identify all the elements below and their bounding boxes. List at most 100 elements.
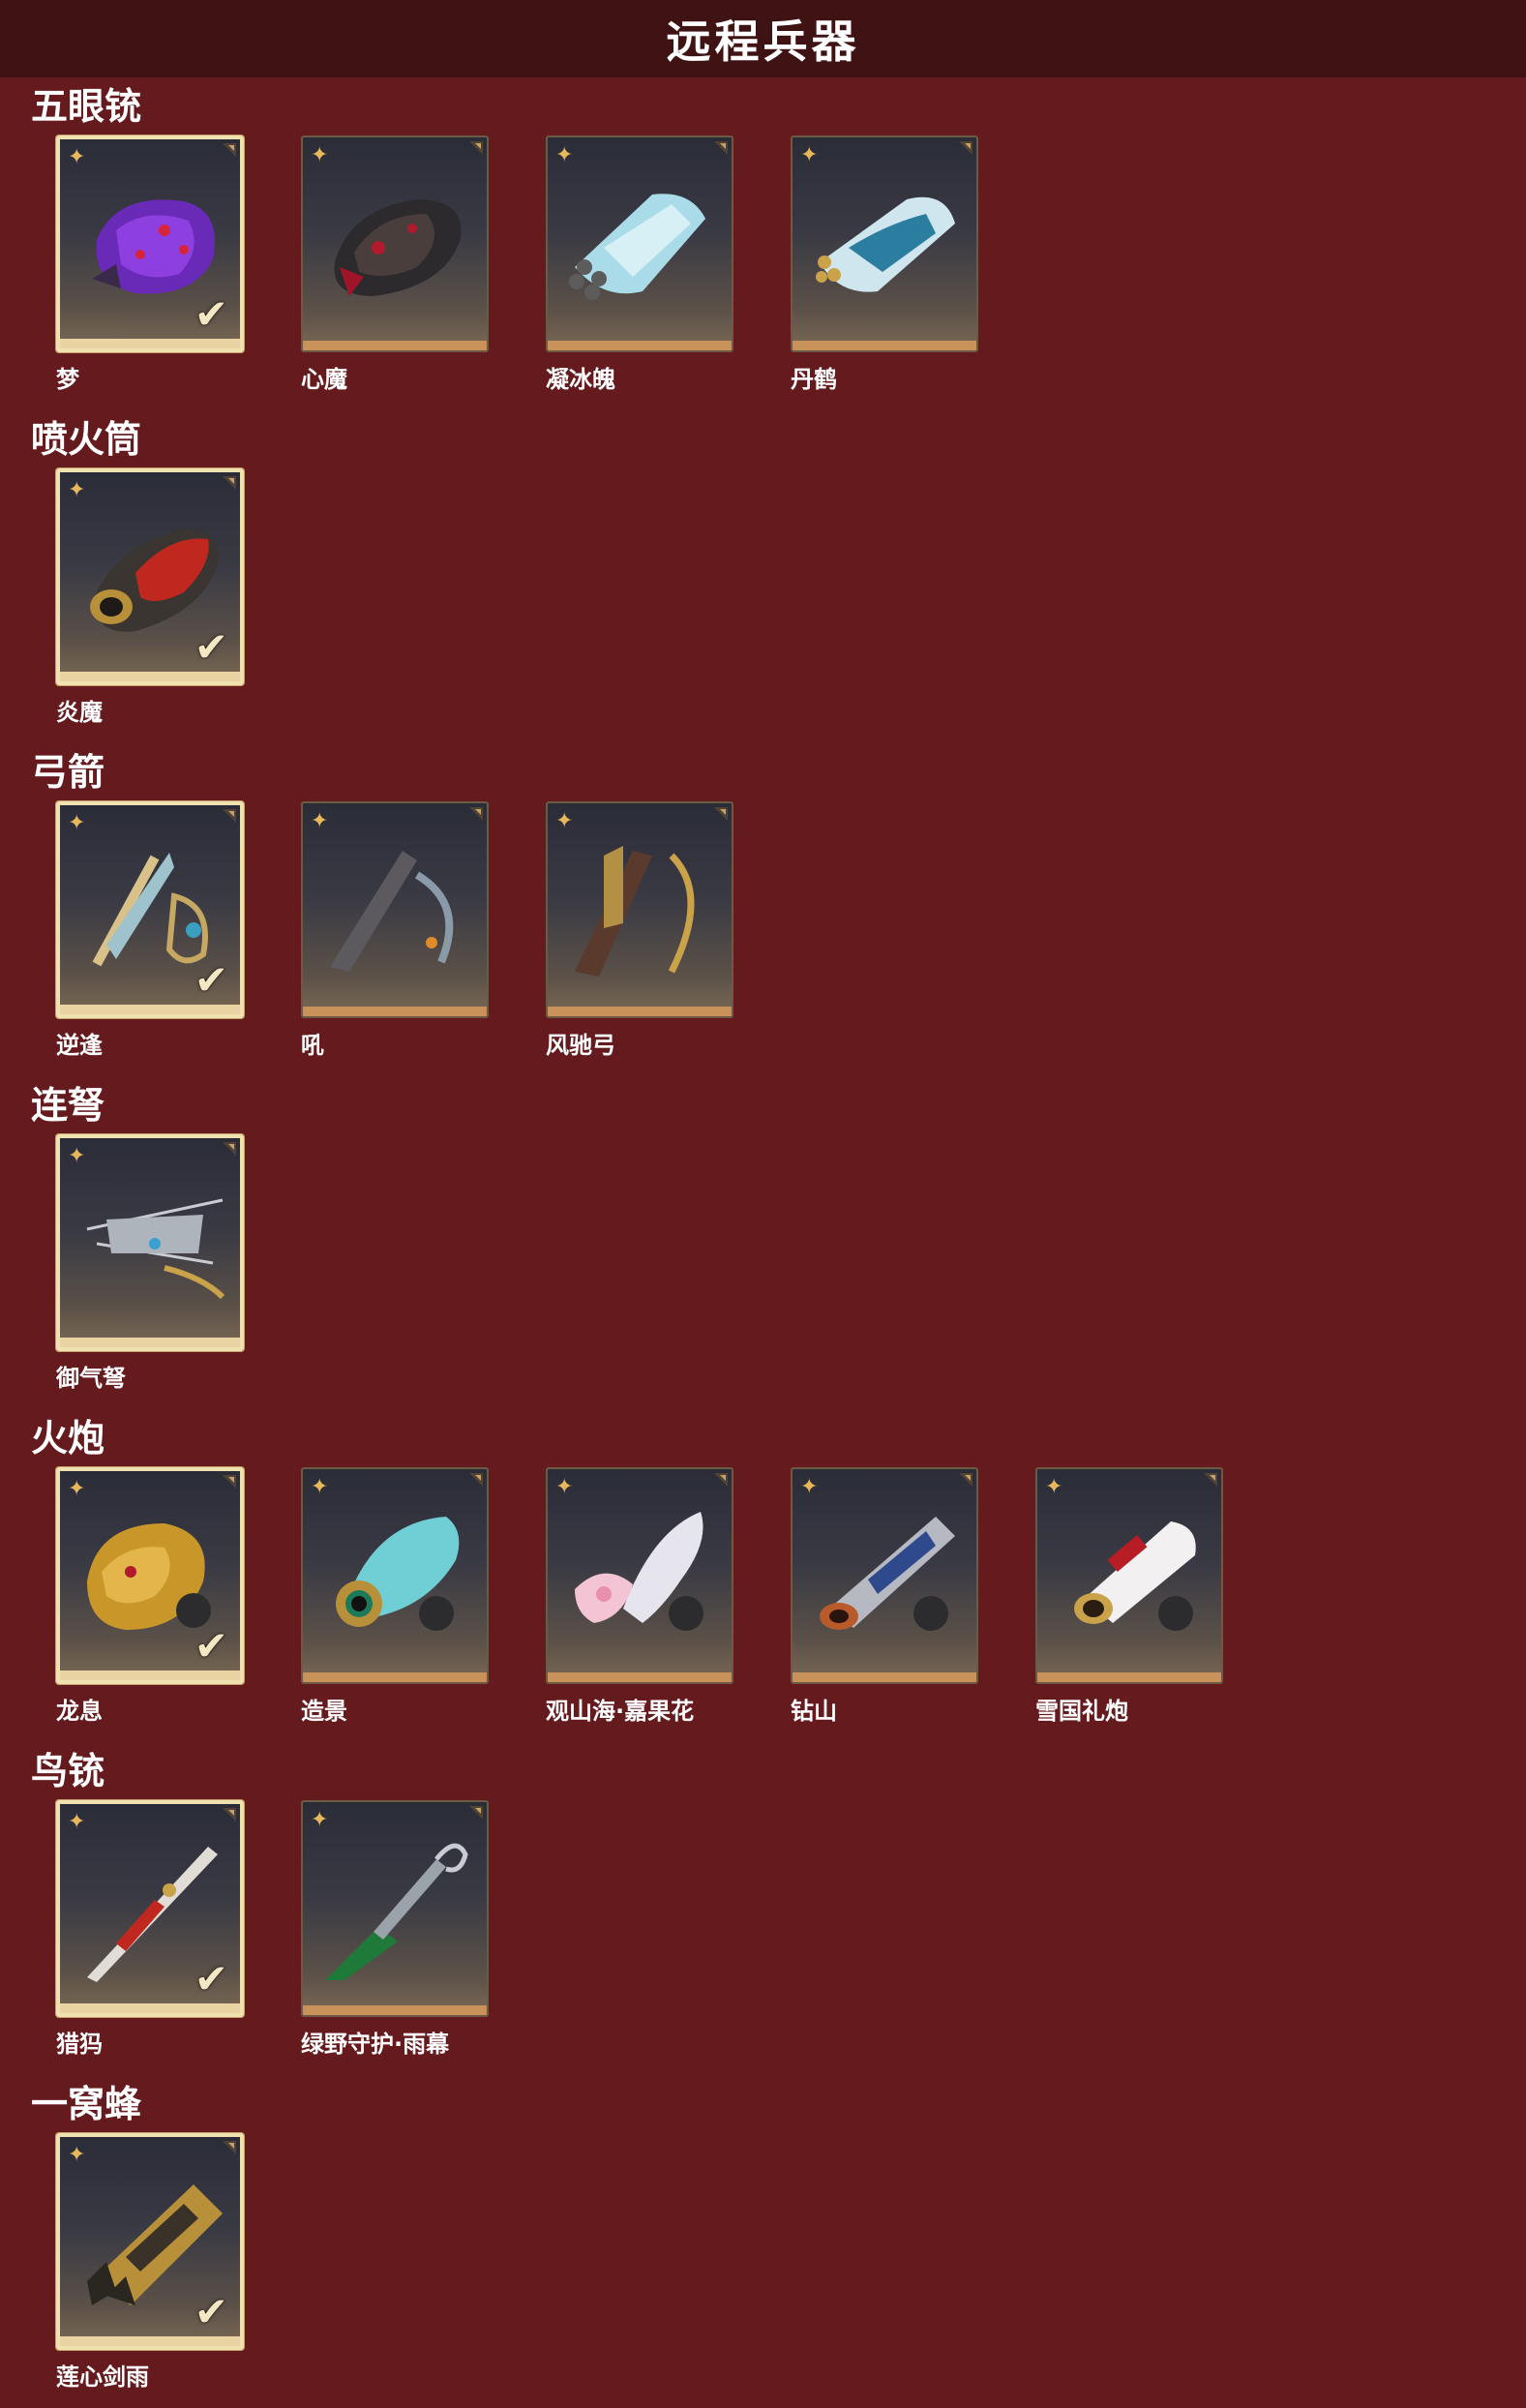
corner-mark-icon — [714, 1473, 728, 1487]
weapon-card[interactable]: ✦ ✔ — [56, 468, 244, 685]
card-bottom-bar — [60, 1005, 240, 1014]
weapon-image — [820, 1517, 955, 1631]
corner-mark-icon — [714, 141, 728, 155]
weapon-image — [334, 199, 462, 296]
corner-mark-icon — [223, 1808, 236, 1821]
weapon-card[interactable]: ✦ ✔ — [56, 135, 244, 352]
weapon-image — [325, 1843, 468, 1980]
weapon-image — [86, 1198, 225, 1300]
weapon-name: 风驰弓 — [546, 1032, 615, 1059]
weapon-card[interactable]: ✦ — [546, 801, 733, 1018]
weapon-card[interactable]: ✦ ✔ — [56, 801, 244, 1018]
weapon-name: 观山海·嘉果花 — [546, 1698, 695, 1725]
weapon-card[interactable]: ✦ — [301, 801, 489, 1018]
sparkle-icon: ✦ — [555, 143, 574, 167]
sparkle-icon: ✦ — [311, 1475, 329, 1499]
card-bottom-bar — [793, 1672, 976, 1682]
sparkle-icon: ✦ — [555, 809, 574, 833]
weapon-card[interactable]: ✦ — [546, 1467, 733, 1684]
sparkle-icon: ✦ — [68, 2143, 86, 2167]
card-bottom-bar — [548, 1007, 732, 1016]
card-bottom-bar — [60, 339, 240, 348]
corner-mark-icon — [469, 807, 483, 821]
corner-mark-icon — [469, 1473, 483, 1487]
card-bottom-bar — [548, 341, 732, 350]
card-bottom-bar — [303, 2005, 487, 2015]
weapon-name: 凝冰魄 — [546, 366, 615, 393]
checkmark-icon: ✔ — [194, 290, 228, 338]
corner-mark-icon — [223, 143, 236, 157]
checkmark-icon: ✔ — [194, 1955, 228, 2002]
weapon-image — [330, 851, 454, 972]
weapon-image — [569, 194, 705, 300]
weapon-name: 丹鹤 — [791, 366, 837, 393]
weapon-name: 雪国礼炮 — [1035, 1698, 1128, 1725]
section-title: 鸟铳 — [31, 1750, 105, 1792]
sparkle-icon: ✦ — [800, 143, 819, 167]
sparkle-icon: ✦ — [68, 1477, 86, 1501]
checkmark-icon: ✔ — [194, 623, 228, 671]
section-title: 喷火筒 — [31, 418, 142, 461]
section-title: 一窝蜂 — [31, 2083, 142, 2125]
weapon-name: 钻山 — [791, 1698, 837, 1725]
sparkle-icon: ✦ — [311, 809, 329, 833]
card-bottom-bar — [60, 672, 240, 681]
weapon-name: 逆逢 — [56, 1032, 103, 1059]
checkmark-icon: ✔ — [194, 1622, 228, 1670]
sparkle-icon: ✦ — [1045, 1475, 1063, 1499]
card-bottom-bar — [793, 341, 976, 350]
weapon-name: 梦 — [56, 366, 79, 393]
sparkle-icon: ✦ — [68, 478, 86, 502]
weapon-card[interactable]: ✦ — [546, 135, 733, 352]
corner-mark-icon — [1204, 1473, 1217, 1487]
weapon-card[interactable]: ✦ — [301, 135, 489, 352]
sparkle-icon: ✦ — [800, 1475, 819, 1499]
weapon-image — [575, 846, 695, 977]
section-title: 火炮 — [31, 1417, 105, 1460]
corner-mark-icon — [714, 807, 728, 821]
weapon-card[interactable]: ✦ ✔ — [56, 1467, 244, 1684]
weapon-name: 猎犸 — [56, 2031, 103, 2058]
weapon-card[interactable]: ✦ — [791, 135, 978, 352]
sparkle-icon: ✦ — [555, 1475, 574, 1499]
card-bottom-bar — [1037, 1672, 1221, 1682]
weapon-image — [575, 1512, 703, 1631]
weapon-name: 御气弩 — [56, 1365, 126, 1392]
card-bottom-bar — [60, 1671, 240, 1680]
weapon-name: 绿野守护·雨幕 — [301, 2031, 450, 2058]
page-header: 远程兵器 — [0, 0, 1526, 77]
card-bottom-bar — [303, 1007, 487, 1016]
card-bottom-bar — [60, 2003, 240, 2013]
card-bottom-bar — [548, 1672, 732, 1682]
weapon-name: 造景 — [301, 1698, 347, 1725]
weapon-card[interactable]: ✦ — [1035, 1467, 1223, 1684]
weapon-name: 炎魔 — [56, 699, 103, 726]
corner-mark-icon — [223, 476, 236, 490]
weapon-card[interactable]: ✦ — [791, 1467, 978, 1684]
weapon-name: 龙息 — [56, 1698, 103, 1725]
checkmark-icon: ✔ — [194, 2288, 228, 2335]
corner-mark-icon — [223, 2141, 236, 2154]
checkmark-icon: ✔ — [194, 956, 228, 1004]
section-title: 连弩 — [31, 1084, 105, 1127]
weapon-card[interactable]: ✦ — [56, 1134, 244, 1351]
sparkle-icon: ✦ — [311, 1808, 329, 1832]
weapon-card[interactable]: ✦ — [301, 1467, 489, 1684]
weapon-card[interactable]: ✦ ✔ — [56, 2133, 244, 2350]
weapon-card[interactable]: ✦ — [301, 1800, 489, 2017]
sparkle-icon: ✦ — [68, 145, 86, 169]
weapon-name: 莲心剑雨 — [56, 2363, 149, 2391]
corner-mark-icon — [469, 1806, 483, 1820]
weapon-name: 心魔 — [301, 366, 347, 393]
weapon-image — [816, 196, 955, 292]
page-title: 远程兵器 — [666, 15, 860, 68]
card-bottom-bar — [303, 341, 487, 350]
weapon-name: 吼 — [301, 1032, 324, 1059]
weapon-card[interactable]: ✦ ✔ — [56, 1800, 244, 2017]
corner-mark-icon — [959, 1473, 972, 1487]
corner-mark-icon — [469, 141, 483, 155]
weapon-image — [1074, 1521, 1196, 1631]
card-bottom-bar — [303, 1672, 487, 1682]
section-title: 五眼铳 — [31, 85, 142, 128]
corner-mark-icon — [959, 141, 972, 155]
